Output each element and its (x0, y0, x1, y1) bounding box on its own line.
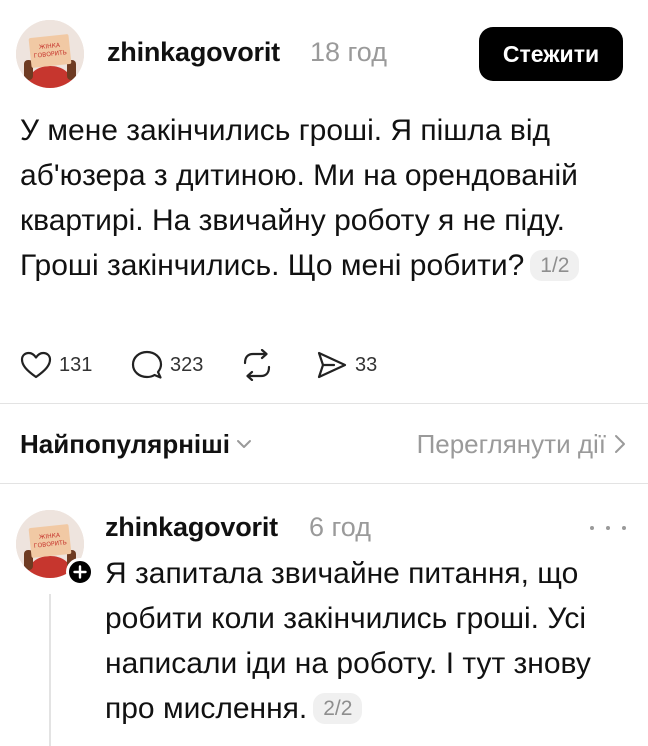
avatar[interactable]: ЖІНКА ГОВОРИТЬ (16, 20, 84, 88)
chevron-down-icon (237, 440, 252, 448)
repost-button[interactable] (240, 348, 281, 382)
post-text: У мене закінчились гроші. Я пішла від аб… (20, 114, 578, 282)
divider (0, 483, 648, 484)
divider (0, 403, 648, 404)
heart-icon (20, 351, 52, 379)
view-activity-link[interactable]: Переглянути дії (417, 424, 626, 464)
follow-button[interactable]: Стежити (479, 27, 623, 81)
comment-button[interactable]: 323 (131, 348, 203, 382)
like-count: 131 (59, 353, 93, 376)
post-username[interactable]: zhinkagovorit (107, 37, 280, 68)
share-icon (317, 351, 347, 379)
share-button[interactable]: 33 (316, 348, 377, 382)
thread-line (49, 594, 51, 746)
like-button[interactable]: 131 (20, 348, 92, 382)
chevron-right-icon (615, 435, 625, 453)
share-count: 33 (355, 353, 378, 376)
thread-counter-badge: 2/2 (313, 693, 363, 724)
reply-time: 6 год (309, 512, 371, 542)
comment-icon (131, 350, 163, 379)
sort-dropdown[interactable]: Найпопулярніші (20, 424, 252, 464)
more-options-button[interactable] (590, 516, 626, 540)
threads-post-view: ЖІНКА ГОВОРИТЬ zhinkagovorit 18 год Стеж… (0, 0, 648, 746)
more-dot (622, 526, 626, 530)
reply-username[interactable]: zhinkagovorit (105, 512, 278, 543)
view-activity-label: Переглянути дії (416, 428, 606, 459)
more-dot (590, 526, 594, 530)
thread-counter-badge: 1/2 (530, 250, 580, 281)
post-time: 18 год (310, 37, 387, 67)
post-body: У мене закінчились гроші. Я пішла від аб… (20, 108, 620, 288)
follow-plus-button[interactable] (66, 558, 94, 586)
sort-label: Найпопулярніші (20, 428, 231, 459)
more-dot (606, 526, 610, 530)
avatar-image: ЖІНКА ГОВОРИТЬ (16, 20, 84, 88)
plus-icon (73, 565, 87, 579)
reply-body: Я запитала звичайне питання, що робити к… (105, 551, 630, 731)
repost-icon (243, 349, 271, 381)
comment-count: 323 (170, 353, 204, 376)
